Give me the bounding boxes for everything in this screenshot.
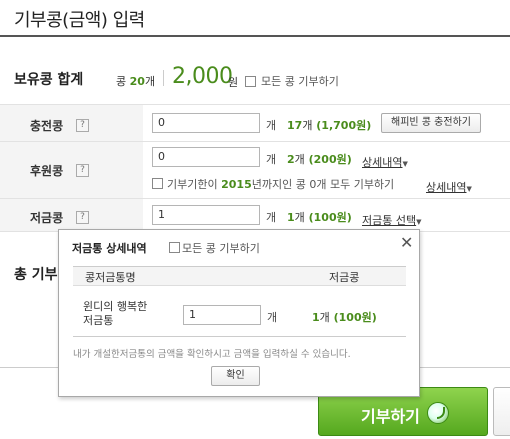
popup-row-amount: (100원) [333,311,377,324]
sponsor-amount: (200원) [308,153,352,166]
bean-icon [427,402,449,424]
balance-separator [163,70,164,86]
sponsor-count-unit: 개 [294,153,305,166]
charge-kong-input[interactable]: 0 [152,113,260,133]
secondary-button[interactable] [493,387,510,436]
popup-row-available: 1개 (100원) [312,309,377,325]
charge-happybean-button[interactable]: 해피빈 콩 충전하기 [381,113,481,133]
title-divider [0,35,510,37]
piggy-kong-input[interactable]: 1 [152,205,260,225]
piggy-select-link[interactable]: 저금통 선택 [362,214,416,227]
sponsor-help-icon[interactable]: ? [76,164,89,177]
balance-amount: 2,000 [172,64,233,89]
sponsor-details-link-wrap[interactable]: 상세내역▼ [362,151,408,170]
sponsor-kong-input[interactable]: 0 [152,147,260,167]
charge-amount: (1,700원) [316,119,372,132]
popup-col-name: 콩저금통명 [85,271,136,284]
charge-available: 17개 (1,700원) [287,117,371,133]
sponsor-unit: 개 [266,153,277,166]
charge-unit: 개 [266,119,277,132]
popup-piggy-input[interactable]: 1 [183,305,261,325]
row-label-bg-sponsor [0,142,143,198]
charge-count-unit: 개 [302,119,313,132]
popup-ok-button[interactable]: 확인 [211,366,260,386]
popup-table-header: 콩저금통명 저금콩 [73,266,406,286]
balance-label: 보유콩 합계 [14,72,84,88]
page-title: 기부콩(금액) 입력 [14,10,145,31]
popup-row-count: 1 [312,311,320,324]
charge-kong-label: 충전콩 [30,119,64,133]
piggy-unit: 개 [266,211,277,224]
row-label-bg-piggy [0,199,143,231]
popup-donate-all-label: 모든 콩 기부하기 [182,242,260,255]
expire-suffix: 년까지인 콩 [251,178,306,191]
close-icon[interactable]: ✕ [400,233,413,252]
expire-year: 2015 [221,178,252,191]
caret-down-icon: ▼ [466,185,472,193]
donate-all-label: 모든 콩 기부하기 [261,75,339,88]
popup-row-count-unit: 개 [319,311,330,324]
popup-row-name: 윈디의 행복한 저금통 [83,300,163,328]
caret-down-icon: ▼ [402,160,408,168]
sponsor-details-link[interactable]: 상세내역 [362,156,402,169]
expire-details-link-wrap[interactable]: 상세내역▼ [426,176,472,195]
expire-donate-all-label: 기부기한이 2015년까지인 콩 0개 모두 기부하기 [167,176,394,192]
popup-row-unit: 개 [267,311,278,324]
charge-help-icon[interactable]: ? [76,119,89,132]
piggy-select-link-wrap[interactable]: 저금통 선택▼ [362,209,422,228]
piggy-count-unit: 개 [294,211,305,224]
piggy-kong-label: 저금콩 [30,211,64,225]
balance-kong-count: 콩 20개 [116,73,155,89]
expire-donate-all-checkbox[interactable] [152,178,163,189]
popup-title: 저금통 상세내역 [72,242,147,255]
caret-down-icon: ▼ [416,218,422,226]
balance-kong-suffix: 개 [144,75,156,88]
expire-details-link[interactable]: 상세내역 [426,181,466,194]
popup-divider [73,336,406,337]
piggy-count: 1 [287,211,295,224]
expire-tail: 개 모두 기부하기 [316,178,395,191]
popup-row-name-line1: 윈디의 행복한 [83,300,148,313]
balance-kong-prefix: 콩 [116,75,127,88]
popup-col-amount: 저금콩 [329,271,360,284]
popup-row-name-line2: 저금통 [83,314,114,327]
piggy-available: 1개 (100원) [287,209,352,225]
expire-prefix: 기부기한이 [167,178,218,191]
balance-kong-number: 20 [129,75,145,88]
balance-unit: 원 [228,76,239,89]
popup-note: 내가 개설한저금통의 금액을 확인하시고 금액을 입력하실 수 있습니다. [73,349,351,360]
total-donation-label: 총 기부 [14,267,58,283]
charge-count: 17 [287,119,303,132]
popup-donate-all-checkbox[interactable] [169,242,180,253]
sponsor-kong-label: 후원콩 [30,164,64,178]
sponsor-count: 2 [287,153,295,166]
donate-button-label: 기부하기 [361,407,420,426]
donate-all-checkbox[interactable] [245,76,256,87]
piggy-amount: (100원) [308,211,352,224]
sponsor-available: 2개 (200원) [287,151,352,167]
piggy-help-icon[interactable]: ? [76,211,89,224]
piggy-detail-popup: 저금통 상세내역 모든 콩 기부하기 ✕ 콩저금통명 저금콩 윈디의 행복한 저… [58,229,420,397]
row-label-bg-charge [0,105,143,141]
